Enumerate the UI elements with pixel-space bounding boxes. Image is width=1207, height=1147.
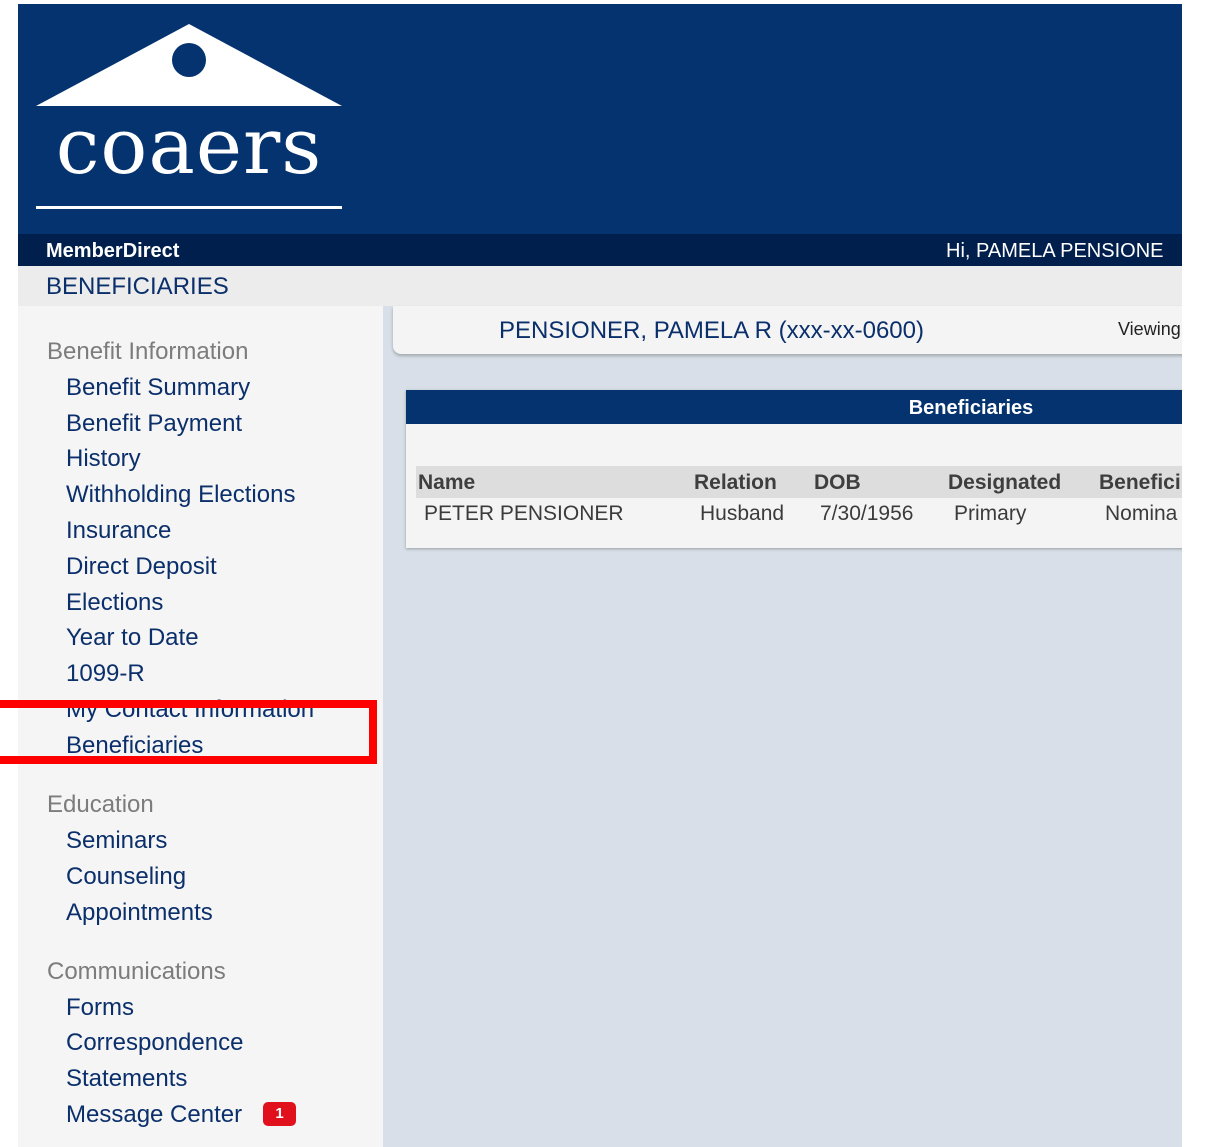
coaers-logo[interactable]: coaers [36,18,342,214]
sidebar-item-message-center[interactable]: Message Center [66,1101,242,1129]
message-count-badge: 1 [263,1102,296,1126]
app-frame: coaers MemberDirect Hi, PAMELA PENSIONE … [18,4,1182,1147]
sidebar-item-elections[interactable]: Elections [66,589,163,617]
cell-designated: Primary [954,502,1027,525]
viewing-label: Viewing [1118,319,1181,339]
sidebar-item-insurance[interactable]: Insurance [66,517,171,545]
top-nav-bar: MemberDirect Hi, PAMELA PENSIONE [18,234,1182,266]
logo-underline [36,206,342,209]
sidebar-item-appointments[interactable]: Appointments [66,899,213,927]
user-greeting[interactable]: Hi, PAMELA PENSIONE [946,240,1163,263]
sidebar-item-benefit-summary[interactable]: Benefit Summary [66,374,250,402]
column-header-relation[interactable]: Relation [694,471,777,495]
house-roof-icon [36,24,342,106]
sidebar-item-direct-deposit[interactable]: Direct Deposit [66,553,217,581]
beneficiaries-panel: Beneficiaries Name Relation DOB Designat… [406,390,1182,548]
product-name[interactable]: MemberDirect [46,240,179,263]
column-header-dob[interactable]: DOB [814,471,861,495]
beneficiaries-panel-title: Beneficiaries [908,397,1034,419]
cell-relation: Husband [700,502,785,525]
selection-highlight-box [0,700,377,764]
sidebar-item-year-to-date[interactable]: Year to Date [66,624,199,652]
sidebar-item-withholding-elections[interactable]: Withholding Elections [66,481,295,509]
logo-wordmark: coaers [55,102,323,192]
column-header-beneficiary[interactable]: Benefici [1099,471,1181,495]
sidebar-item-statements[interactable]: Statements [66,1065,187,1093]
beneficiaries-panel-header: Beneficiaries [406,390,1182,424]
nav-group-communications: Communications [47,958,226,985]
column-header-designated[interactable]: Designated [948,471,1061,495]
nav-group-benefit-information: Benefit Information [47,338,249,365]
sidebar-item-correspondence[interactable]: Correspondence [66,1029,243,1057]
sidebar-item-1099r[interactable]: 1099-R [66,660,145,688]
page-title: BENEFICIARIES [46,273,229,300]
cell-beneficiary-type: Nomina [1105,502,1178,525]
page-title-bar: BENEFICIARIES [18,266,1182,306]
cell-name: PETER PENSIONER [424,502,624,525]
member-name-ssn: PENSIONER, PAMELA R (xxx-xx-0600) [499,317,924,344]
sidebar-item-forms[interactable]: Forms [66,994,134,1022]
member-info-card: PENSIONER, PAMELA R (xxx-xx-0600) Viewin… [393,306,1182,354]
sidebar-item-counseling[interactable]: Counseling [66,863,186,891]
sidebar-item-seminars[interactable]: Seminars [66,827,167,855]
sidebar-item-benefit-payment[interactable]: Benefit Payment [66,410,242,438]
column-header-name[interactable]: Name [418,471,475,495]
table-header-row [416,466,1182,498]
header-banner: coaers [18,4,1182,234]
cell-dob: 7/30/1956 [820,502,914,525]
nav-group-education: Education [47,791,154,818]
sidebar-item-history[interactable]: History [66,445,141,473]
